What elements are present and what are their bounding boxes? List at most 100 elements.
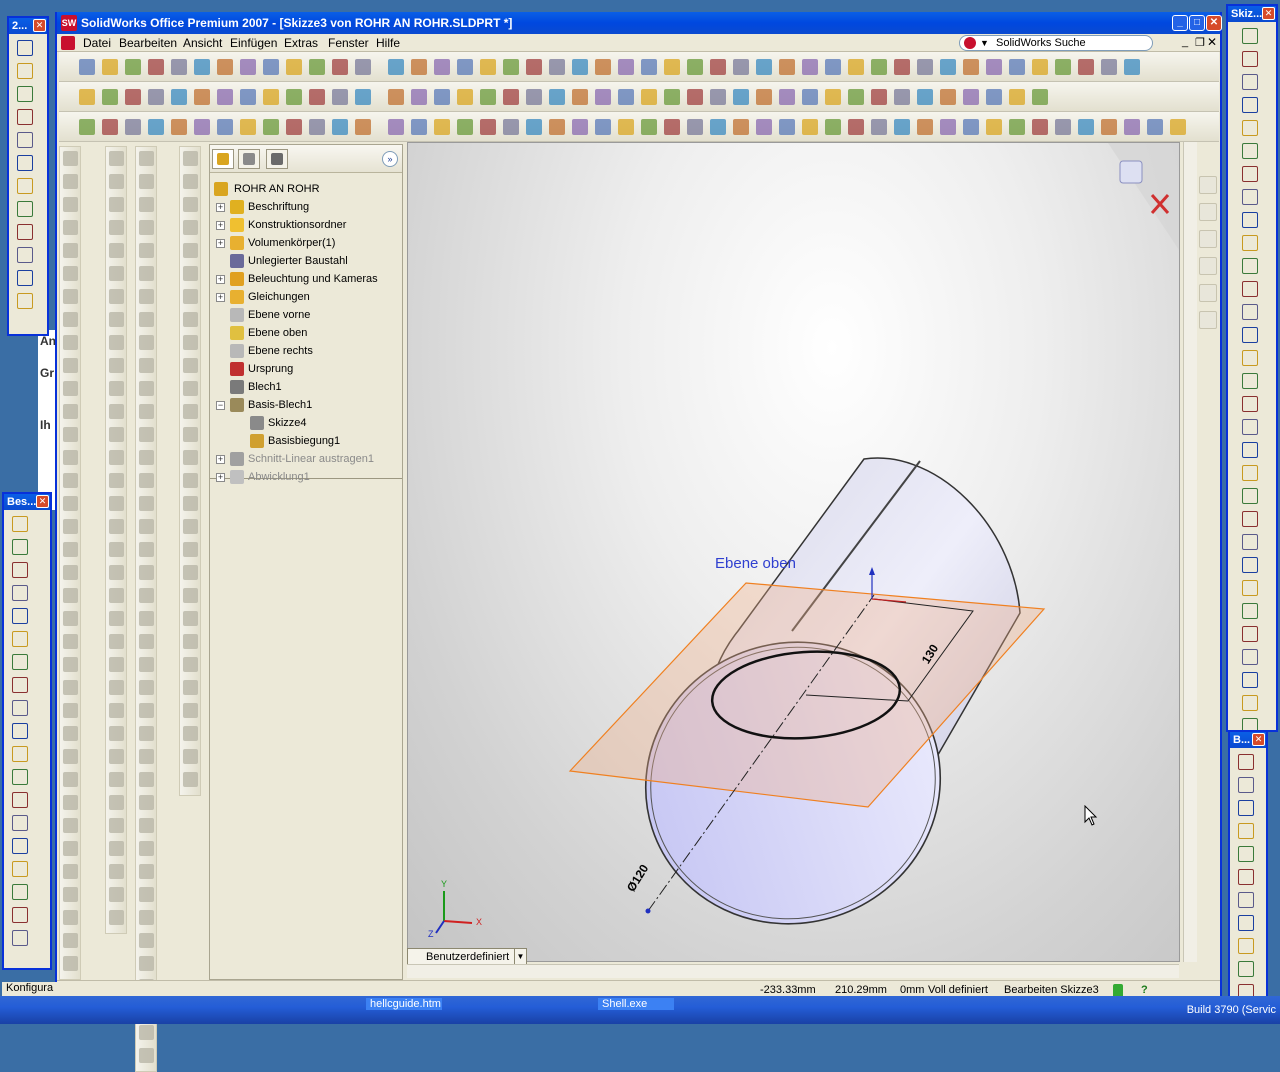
close-icon[interactable]: ✕: [33, 19, 46, 32]
floating-tool-icon[interactable]: [1242, 350, 1258, 366]
vertical-tool-icon[interactable]: [139, 795, 154, 810]
toolbar-tool-icon[interactable]: [710, 119, 726, 135]
vertical-tool-icon[interactable]: [63, 818, 78, 833]
toolbar-tool-icon[interactable]: [894, 89, 910, 105]
toolbar-tool-icon[interactable]: [411, 89, 427, 105]
toolbar-tool-icon[interactable]: [733, 119, 749, 135]
vertical-tool-icon[interactable]: [183, 450, 198, 465]
vertical-tool-icon[interactable]: [109, 749, 124, 764]
toolbar-tool-icon[interactable]: [434, 89, 450, 105]
toolbar-tool-icon[interactable]: [986, 59, 1002, 75]
vertical-tool-icon[interactable]: [63, 726, 78, 741]
vertical-tool-icon[interactable]: [109, 519, 124, 534]
menu-fenster[interactable]: Fenster: [324, 36, 373, 50]
vertical-tool-icon[interactable]: [63, 611, 78, 626]
task-pane-tab[interactable]: [1199, 284, 1217, 302]
toolbar-tool-icon[interactable]: [194, 89, 210, 105]
vertical-tool-icon[interactable]: [63, 910, 78, 925]
vertical-tool-icon[interactable]: [139, 887, 154, 902]
floating-tool-icon[interactable]: [1242, 51, 1258, 67]
vertical-tool-icon[interactable]: [139, 818, 154, 833]
vertical-tool-icon[interactable]: [109, 680, 124, 695]
floating-tool-icon[interactable]: [1242, 442, 1258, 458]
floating-tool-icon[interactable]: [1242, 143, 1258, 159]
toolbar-tool-icon[interactable]: [917, 59, 933, 75]
floating-tool-icon[interactable]: [1242, 258, 1258, 274]
floating-tool-icon[interactable]: [1242, 580, 1258, 596]
vertical-tool-icon[interactable]: [183, 266, 198, 281]
vertical-tool-icon[interactable]: [139, 473, 154, 488]
vertical-tool-icon[interactable]: [63, 174, 78, 189]
help-icon[interactable]: ?: [1141, 984, 1148, 996]
vertical-tool-icon[interactable]: [63, 289, 78, 304]
floating-tool-icon[interactable]: [17, 40, 33, 56]
vertical-tool-icon[interactable]: [139, 634, 154, 649]
vertical-tool-icon[interactable]: [183, 151, 198, 166]
vertical-tool-icon[interactable]: [63, 358, 78, 373]
toolbar-tool-icon[interactable]: [1032, 59, 1048, 75]
toolbar-tool-icon[interactable]: [286, 89, 302, 105]
toolbar-tool-icon[interactable]: [388, 89, 404, 105]
vertical-tool-icon[interactable]: [63, 197, 78, 212]
toolbar-tool-icon[interactable]: [802, 119, 818, 135]
vertical-tool-icon[interactable]: [183, 335, 198, 350]
vertical-tool-icon[interactable]: [183, 611, 198, 626]
vertical-tool-icon[interactable]: [109, 312, 124, 327]
vertical-tool-icon[interactable]: [139, 381, 154, 396]
toolbar-tool-icon[interactable]: [102, 89, 118, 105]
toolbar-tool-icon[interactable]: [618, 59, 634, 75]
vertical-tool-icon[interactable]: [183, 404, 198, 419]
vertical-tool-icon[interactable]: [109, 703, 124, 718]
vertical-tool-icon[interactable]: [63, 427, 78, 442]
vertical-tool-icon[interactable]: [139, 611, 154, 626]
floating-tool-icon[interactable]: [1238, 754, 1254, 770]
toolbar-tool-icon[interactable]: [871, 89, 887, 105]
vertical-tool-icon[interactable]: [63, 772, 78, 787]
vertical-tool-icon[interactable]: [109, 266, 124, 281]
vertical-tool-icon[interactable]: [139, 174, 154, 189]
floating-tool-icon[interactable]: [1238, 961, 1254, 977]
vertical-tool-icon[interactable]: [109, 450, 124, 465]
expand-toggle-icon[interactable]: +: [216, 293, 225, 302]
vertical-scrollbar[interactable]: [1183, 142, 1197, 962]
vertical-tool-icon[interactable]: [63, 703, 78, 718]
toolbar-tool-icon[interactable]: [687, 59, 703, 75]
floating-tool-icon[interactable]: [1242, 534, 1258, 550]
vertical-tool-icon[interactable]: [109, 772, 124, 787]
floating-tool-icon[interactable]: [12, 677, 28, 693]
vertical-tool-icon[interactable]: [63, 956, 78, 971]
floating-tool-icon[interactable]: [17, 201, 33, 217]
floating-tool-icon[interactable]: [1242, 304, 1258, 320]
minimize-button[interactable]: _: [1172, 15, 1188, 31]
vertical-tool-icon[interactable]: [183, 289, 198, 304]
floating-tool-icon[interactable]: [12, 838, 28, 854]
toolbar-tool-icon[interactable]: [1101, 59, 1117, 75]
toolbar-tool-icon[interactable]: [894, 59, 910, 75]
vertical-tool-icon[interactable]: [183, 519, 198, 534]
exit-sketch-icon[interactable]: [1119, 160, 1143, 184]
vertical-tool-icon[interactable]: [139, 289, 154, 304]
vertical-tool-icon[interactable]: [109, 818, 124, 833]
toolbar-tool-icon[interactable]: [171, 59, 187, 75]
toolbar-tool-icon[interactable]: [825, 119, 841, 135]
vertical-tool-icon[interactable]: [109, 427, 124, 442]
floating-tool-icon[interactable]: [1242, 396, 1258, 412]
vertical-tool-icon[interactable]: [109, 565, 124, 580]
toolbar-tool-icon[interactable]: [1009, 89, 1025, 105]
floating-tool-icon[interactable]: [1238, 846, 1254, 862]
toolbar-tool-icon[interactable]: [457, 89, 473, 105]
toolbar-tool-icon[interactable]: [986, 89, 1002, 105]
floating-tool-icon[interactable]: [1242, 281, 1258, 297]
floating-tool-icon[interactable]: [12, 562, 28, 578]
floating-tool-icon[interactable]: [1238, 823, 1254, 839]
toolbar-tool-icon[interactable]: [79, 59, 95, 75]
floating-tool-icon[interactable]: [1242, 327, 1258, 343]
vertical-tool-icon[interactable]: [139, 841, 154, 856]
floating-tool-icon[interactable]: [17, 224, 33, 240]
floating-tool-icon[interactable]: [1238, 777, 1254, 793]
tab-configurationmanager[interactable]: [266, 149, 288, 169]
expand-toggle-icon[interactable]: +: [216, 239, 225, 248]
vertical-tool-icon[interactable]: [139, 335, 154, 350]
toolbar-tool-icon[interactable]: [480, 119, 496, 135]
graphics-viewport[interactable]: Ebene oben 130 Ø120 X Y Z: [407, 142, 1180, 962]
